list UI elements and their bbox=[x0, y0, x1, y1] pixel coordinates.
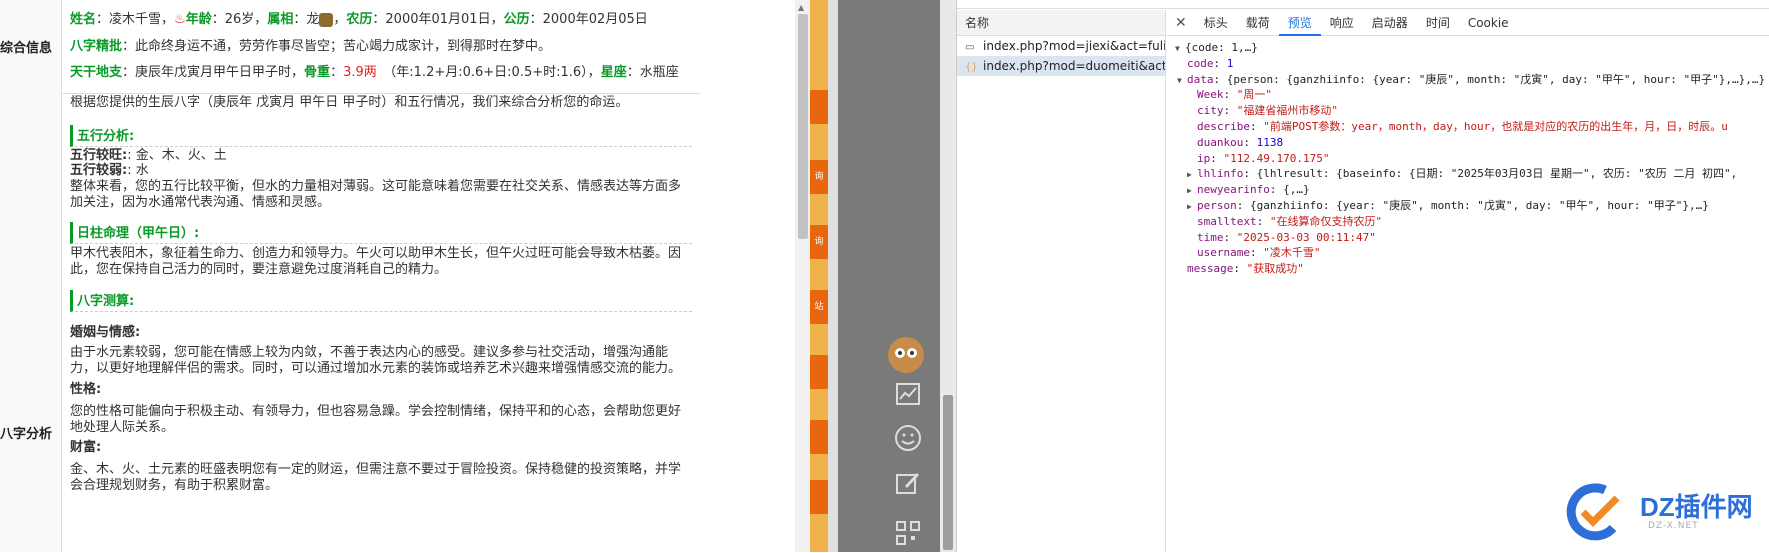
marriage-heading: 婚姻与情感: bbox=[70, 325, 141, 340]
json-root[interactable]: ▼ {code: 1,…} bbox=[1175, 40, 1769, 56]
rizhu-paragraph: 甲木代表阳木，象征着生命力、创造力和领导力。午火可以助甲木生长，但午火过旺可能会… bbox=[70, 246, 682, 277]
vertical-scrollbar[interactable]: ▲ bbox=[795, 0, 810, 552]
watermark-text: DZ插件网 bbox=[1640, 492, 1753, 522]
side-button-4[interactable]: 站 bbox=[810, 290, 828, 324]
intro-text: 根据您提供的生辰八字（庚辰年 戊寅月 甲午日 甲子时）和五行情况，我们来综合分析… bbox=[70, 95, 629, 110]
bazi-jingpi-line: 八字精批：此命终身运不通，劳劳作事尽皆空；苦心竭力成家计，到得那时在梦中。 bbox=[70, 39, 552, 54]
dragon-icon bbox=[319, 12, 334, 27]
json-row[interactable]: ▶ person: {ganzhiinfo: {year: "庚辰", month… bbox=[1175, 198, 1769, 214]
ganzhi-line: 天干地支：庚辰年戊寅月甲午日甲子时，骨重：3.9两 （年:1.2+月:0.6+日… bbox=[70, 65, 679, 80]
edit-icon[interactable] bbox=[893, 470, 923, 500]
wuxing-strong: 五行较旺:: 金、木、火、土 bbox=[70, 148, 227, 163]
scroll-up-icon[interactable]: ▲ bbox=[798, 3, 804, 12]
request-list: 名称 ▭ index.php?mod=jiexi&act=fulicai {} in… bbox=[957, 10, 1166, 552]
side-button-6[interactable] bbox=[810, 420, 828, 454]
collapse-triangle-icon: ▶ bbox=[1187, 170, 1192, 180]
heading-wuxing: 五行分析: bbox=[70, 125, 692, 147]
side-page-strip bbox=[810, 0, 828, 552]
wuxing-paragraph: 整体来看，您的五行比较平衡，但水的力量相对薄弱。这可能意味着您需要在社交关系、情… bbox=[70, 179, 682, 210]
page-margin bbox=[700, 0, 795, 552]
json-row[interactable]: ▶ newyearinfo: {,…} bbox=[1175, 182, 1769, 198]
json-row: Week: "周一" bbox=[1197, 88, 1272, 102]
json-row: duankou: 1138 bbox=[1197, 135, 1284, 149]
divider bbox=[0, 93, 700, 94]
tab-headers[interactable]: 标头 bbox=[1195, 10, 1237, 36]
tab-cookies[interactable]: Cookie bbox=[1459, 10, 1518, 36]
heading-rizhu: 日柱命理（甲午日）: bbox=[70, 222, 692, 244]
name-column-header[interactable]: 名称 bbox=[957, 10, 1165, 36]
marriage-paragraph: 由于水元素较弱，您可能在情感上较为内敛，不善于表达内心的感受。建议多参与社交活动… bbox=[70, 345, 682, 376]
tab-timing[interactable]: 时间 bbox=[1417, 10, 1459, 36]
json-row: message: "获取成功" bbox=[1187, 262, 1304, 276]
qrcode-icon[interactable] bbox=[893, 520, 923, 550]
chart-icon[interactable] bbox=[893, 382, 923, 412]
side-button-1[interactable] bbox=[810, 90, 828, 124]
wealth-paragraph: 金、木、火、土元素的旺盛表明您有一定的财运，但需注意不要过于冒险投资。保持稳健的… bbox=[70, 462, 682, 493]
side-button-3[interactable]: 询 bbox=[810, 225, 828, 259]
fortune-result-panel: 综合信息 八字分析 姓名：凌木千雪，♨年龄：26岁，属相：龙 ，农历：2000年0… bbox=[0, 0, 700, 552]
json-row[interactable]: ▼ data: {person: {ganzhiinfo: {year: "庚辰"… bbox=[1175, 72, 1769, 88]
smile-icon[interactable] bbox=[893, 424, 923, 454]
json-row: smalltext: "在线算命仅支持农历" bbox=[1197, 214, 1383, 228]
fire-icon: ♨ bbox=[174, 12, 186, 27]
section-label-bazi: 八字分析 bbox=[0, 93, 62, 552]
xhr-icon: {} bbox=[965, 62, 978, 73]
json-row: city: "福建省福州市移动" bbox=[1197, 104, 1338, 118]
json-row: ip: "112.49.170.175" bbox=[1197, 151, 1330, 165]
watermark-subtext: DZ-X.NET bbox=[1648, 521, 1699, 531]
personality-paragraph: 您的性格可能偏向于积极主动、有领导力，但也容易急躁。学会控制情绪，保持平和的心态… bbox=[70, 404, 682, 435]
heading-bazi: 八字测算: bbox=[70, 290, 692, 312]
page-edge bbox=[828, 0, 838, 552]
avatar-icon[interactable] bbox=[886, 335, 926, 375]
vertical-scrollbar[interactable] bbox=[940, 0, 956, 552]
document-icon: ▭ bbox=[965, 42, 975, 53]
side-button-7[interactable] bbox=[810, 480, 828, 514]
request-detail: ✕ 标头 载荷 预览 响应 启动器 时间 Cookie ▼ {code: 1,…}… bbox=[1167, 10, 1769, 552]
section-label-summary: 综合信息 bbox=[0, 0, 62, 93]
personality-heading: 性格: bbox=[70, 382, 102, 397]
json-row[interactable]: ▶ lhlinfo: {lhlresult: {baseinfo: {日期: "2… bbox=[1175, 166, 1769, 182]
side-button-5[interactable] bbox=[810, 355, 828, 389]
overlay-backdrop bbox=[838, 0, 940, 552]
devtools-top-bar bbox=[957, 0, 1769, 9]
close-icon[interactable]: ✕ bbox=[1167, 15, 1195, 31]
expand-triangle-icon: ▼ bbox=[1175, 44, 1180, 53]
request-row[interactable]: ▭ index.php?mod=jiexi&act=fulicai bbox=[957, 36, 1165, 56]
user-name: 凌木千雪 bbox=[109, 12, 162, 27]
collapse-triangle-icon: ▶ bbox=[1187, 201, 1192, 211]
wealth-heading: 财富: bbox=[70, 440, 102, 455]
tab-payload[interactable]: 载荷 bbox=[1237, 10, 1279, 36]
tab-initiator[interactable]: 启动器 bbox=[1363, 10, 1417, 36]
json-row: describe: "前端POST参数：year，month，day，hour，… bbox=[1197, 119, 1728, 133]
expand-triangle-icon: ▼ bbox=[1177, 75, 1182, 85]
side-button-2[interactable]: 询 bbox=[810, 160, 828, 194]
devtools-panel: 名称 ▭ index.php?mod=jiexi&act=fulicai {} in… bbox=[956, 0, 1769, 552]
watermark-logo-icon bbox=[1565, 482, 1635, 546]
scrollbar-thumb[interactable] bbox=[798, 14, 808, 239]
basic-info-line: 姓名：凌木千雪，♨年龄：26岁，属相：龙 ，农历：2000年01月01日，公历：2… bbox=[70, 12, 648, 27]
detail-tabs: ✕ 标头 载荷 预览 响应 启动器 时间 Cookie bbox=[1167, 10, 1769, 36]
json-row: code: 1 bbox=[1187, 56, 1234, 70]
json-preview: ▼ {code: 1,…} code: 1 ▼ data: {person: {ga… bbox=[1167, 36, 1769, 277]
json-row: time: "2025-03-03 00:11:47" bbox=[1197, 230, 1376, 244]
json-row: username: "凌木千雪" bbox=[1197, 246, 1321, 260]
collapse-triangle-icon: ▶ bbox=[1187, 186, 1192, 196]
tab-response[interactable]: 响应 bbox=[1321, 10, 1363, 36]
request-row[interactable]: {}index.php?mod=duomeiti&act=... bbox=[957, 56, 1165, 76]
scrollbar-thumb[interactable] bbox=[943, 395, 953, 550]
tab-preview[interactable]: 预览 bbox=[1278, 10, 1321, 36]
wuxing-weak: 五行较弱:: 水 bbox=[70, 163, 149, 178]
